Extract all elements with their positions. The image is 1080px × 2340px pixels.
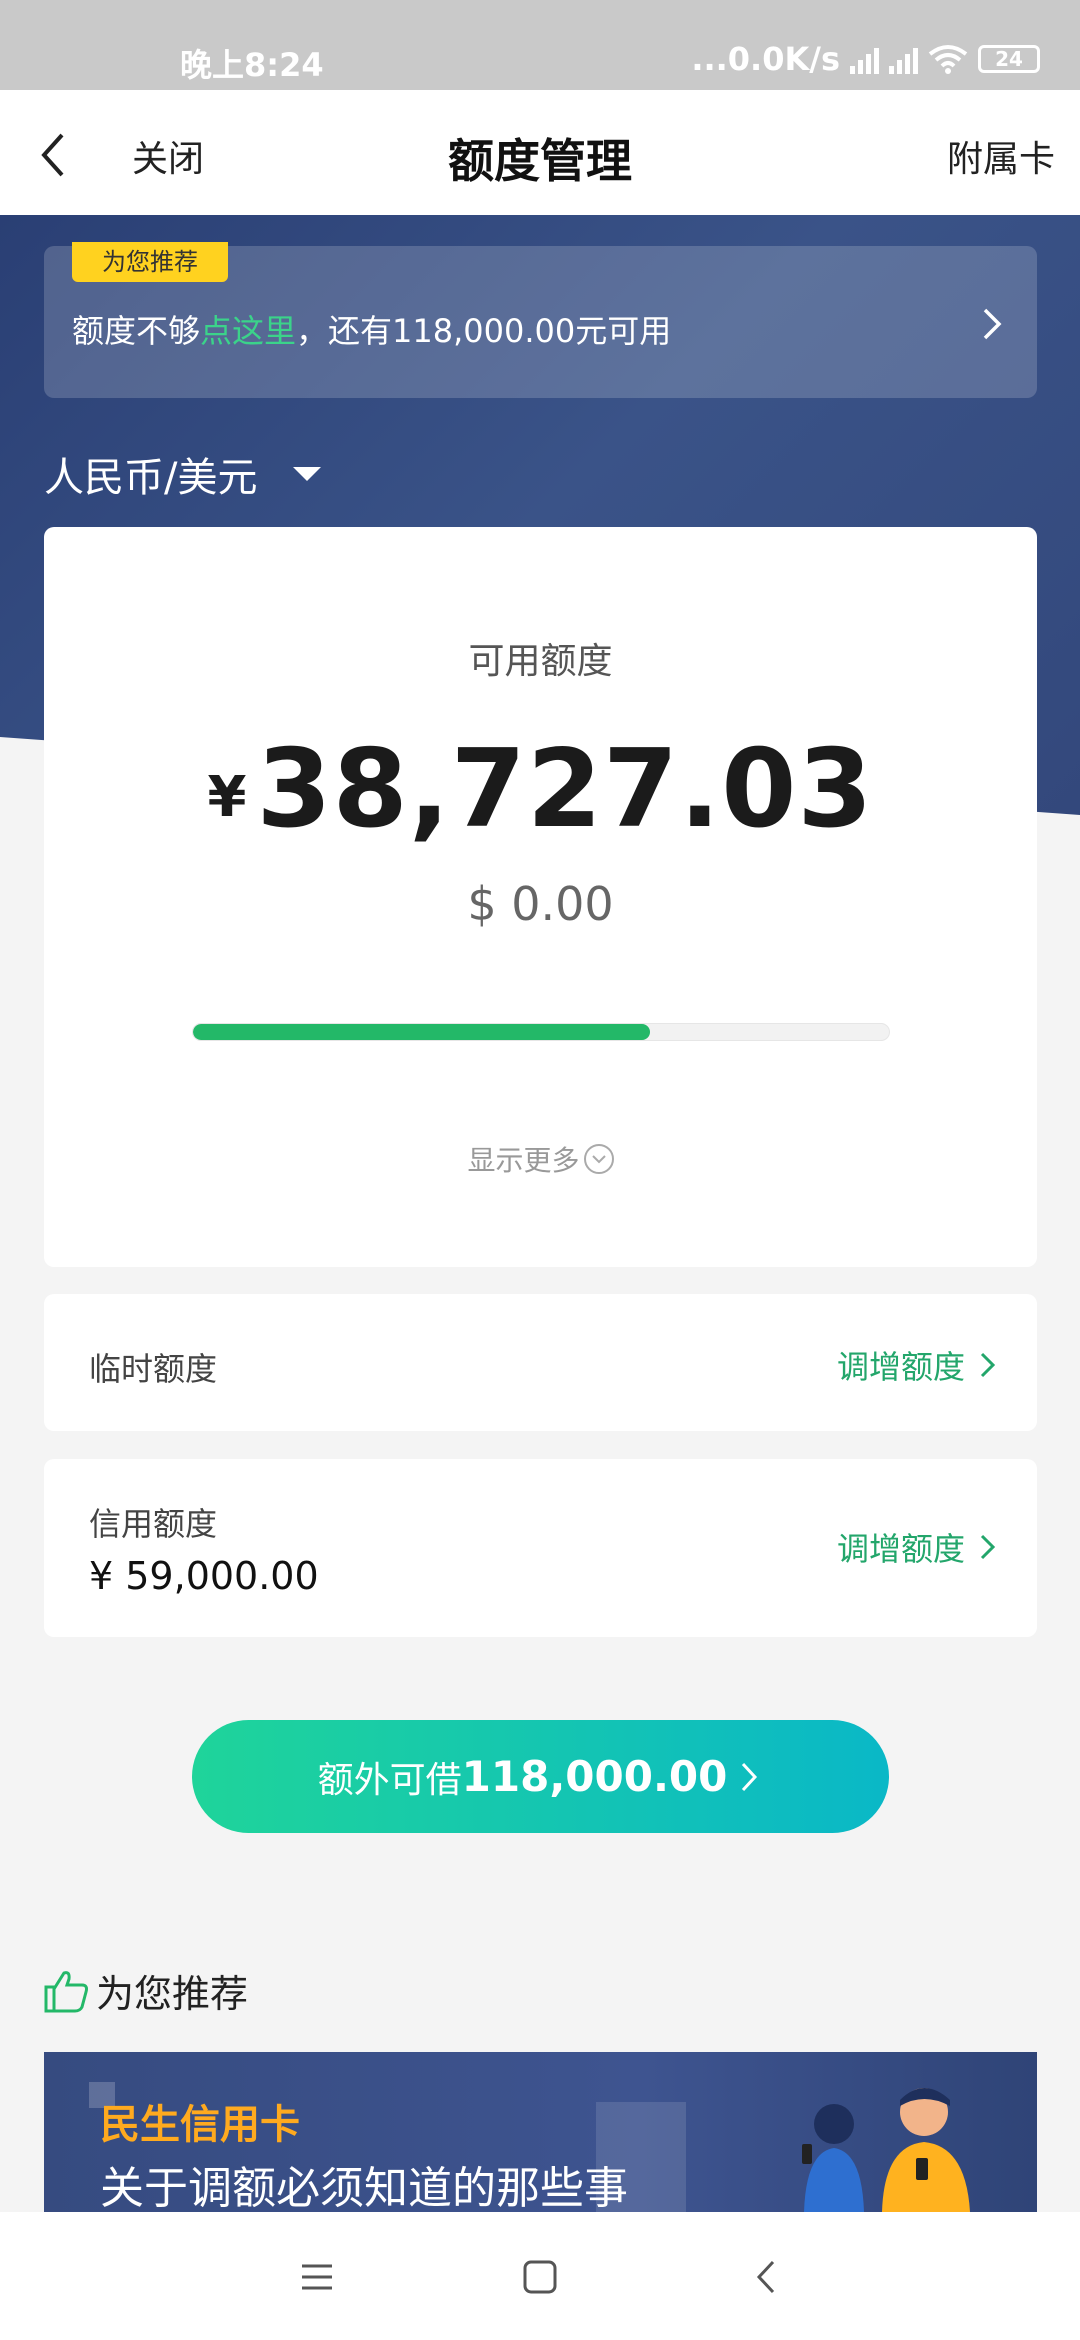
available-limit-label: 可用额度: [468, 641, 613, 682]
supplementary-card-button[interactable]: 附属卡: [947, 130, 1055, 182]
show-more-button[interactable]: 显示更多: [44, 1139, 1037, 1179]
thumbs-up-icon: [44, 1970, 88, 2012]
status-bar: 晚上8:24 ...0.0K/s 24: [0, 0, 1080, 90]
increase-temporary-limit-button[interactable]: 调增额度: [837, 1342, 997, 1388]
promo-tag: 为您推荐: [72, 242, 228, 282]
promo-banner[interactable]: 为您推荐 额度不够点这里，还有118,000.00元可用: [44, 242, 1037, 398]
battery-icon: 24: [978, 45, 1040, 73]
extra-borrow-button[interactable]: 额外可借 118,000.00: [192, 1720, 889, 1833]
limit-progress-fill: [193, 1024, 650, 1040]
nav-bar: 关闭 额度管理 附属卡: [0, 90, 1080, 215]
chevron-right-icon: [983, 308, 1002, 340]
menu-icon[interactable]: [292, 2252, 342, 2302]
promo-text-suffix: ，还有118,000.00元可用: [296, 312, 672, 350]
signal-icon-2: [889, 44, 918, 74]
cny-symbol: ¥: [207, 765, 247, 830]
increase-credit-limit-button[interactable]: 调增额度: [837, 1524, 997, 1570]
chevron-right-icon: [742, 1762, 758, 1791]
credit-limit-label: 信用额度: [89, 1505, 218, 1543]
caret-down-icon: [293, 467, 322, 481]
home-icon[interactable]: [515, 2252, 565, 2302]
increase-limit-label: 调增额度: [836, 1530, 965, 1568]
available-limit-amount: ¥38,727.03: [44, 727, 1037, 852]
back-nav-icon[interactable]: [743, 2252, 793, 2302]
show-more-label: 显示更多: [467, 1144, 580, 1177]
temporary-limit-label: 临时额度: [89, 1350, 218, 1388]
chevron-down-circle-icon: [583, 1144, 614, 1174]
limit-progress-bar: [192, 1023, 890, 1041]
credit-limit-value: ¥ 59,000.00: [89, 1554, 319, 1598]
increase-limit-label: 调增额度: [836, 1348, 965, 1386]
banner-subtitle: 民生信用卡: [100, 2102, 300, 2148]
chevron-right-icon: [980, 1352, 996, 1378]
page-title: 额度管理: [448, 134, 632, 188]
people-illustration: [802, 2088, 970, 2212]
recommend-banner[interactable]: 民生信用卡 关于调额必须知道的那些事: [44, 2052, 1037, 2212]
network-speed: ...0.0K/s: [691, 40, 840, 78]
status-time: 晚上8:24: [180, 46, 324, 84]
promo-text-prefix: 额度不够: [72, 312, 201, 350]
system-navigation-bar: [0, 2212, 1080, 2340]
cny-amount: 38,727.03: [256, 727, 874, 852]
wifi-icon: [928, 45, 968, 74]
currency-label: 人民币/美元: [44, 455, 258, 501]
recommend-section-title: 为您推荐: [42, 1963, 248, 2018]
currency-selector[interactable]: 人民币/美元: [44, 445, 322, 503]
promo-text: 额度不够点这里，还有118,000.00元可用: [72, 306, 671, 352]
credit-limit-row: 信用额度 ¥ 59,000.00 调增额度: [44, 1459, 1037, 1637]
chevron-right-icon: [980, 1534, 996, 1560]
temporary-limit-row: 临时额度 调增额度: [44, 1294, 1037, 1431]
extra-borrow-prefix: 额外可借: [317, 1759, 462, 1801]
extra-borrow-amount: 118,000.00: [461, 1752, 728, 1801]
banner-title: 关于调额必须知道的那些事: [100, 2163, 628, 2212]
usd-amount: $ 0.00: [467, 877, 614, 931]
promo-text-highlight[interactable]: 点这里: [200, 312, 296, 350]
status-icons: ...0.0K/s 24: [691, 40, 1040, 78]
signal-icon: [850, 44, 879, 74]
recommend-title-label: 为您推荐: [96, 1972, 249, 2016]
available-limit-card: 可用额度 ¥38,727.03 $ 0.00 显示更多: [44, 527, 1037, 1267]
